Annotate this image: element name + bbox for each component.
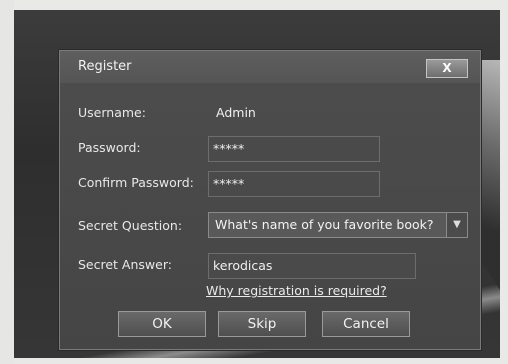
secret-question-select[interactable]: What's name of you favorite book? bbox=[208, 212, 450, 238]
skip-button[interactable]: Skip bbox=[218, 311, 306, 337]
confirm-password-label: Confirm Password: bbox=[78, 175, 194, 190]
why-registration-link[interactable]: Why registration is required? bbox=[206, 283, 387, 298]
ok-button[interactable]: OK bbox=[118, 311, 206, 337]
close-icon: X bbox=[442, 61, 452, 75]
password-label: Password: bbox=[78, 140, 141, 155]
title-bar: Register X bbox=[60, 51, 480, 83]
confirm-password-field[interactable]: ***** bbox=[208, 171, 380, 197]
secret-answer-field[interactable]: kerodicas bbox=[208, 253, 416, 279]
dialog-title: Register bbox=[78, 59, 132, 74]
secret-question-dropdown-button[interactable]: ▼ bbox=[446, 212, 468, 238]
username-label: Username: bbox=[78, 105, 146, 120]
desktop: Register X Username: Admin Password: ***… bbox=[14, 10, 500, 358]
password-field[interactable]: ***** bbox=[208, 136, 380, 162]
secret-question-label: Secret Question: bbox=[78, 218, 183, 233]
close-button[interactable]: X bbox=[426, 59, 468, 78]
register-dialog: Register X Username: Admin Password: ***… bbox=[59, 50, 481, 350]
username-value: Admin bbox=[216, 105, 256, 120]
chevron-down-icon: ▼ bbox=[453, 219, 461, 230]
cancel-button[interactable]: Cancel bbox=[322, 311, 410, 337]
secret-answer-label: Secret Answer: bbox=[78, 257, 172, 272]
